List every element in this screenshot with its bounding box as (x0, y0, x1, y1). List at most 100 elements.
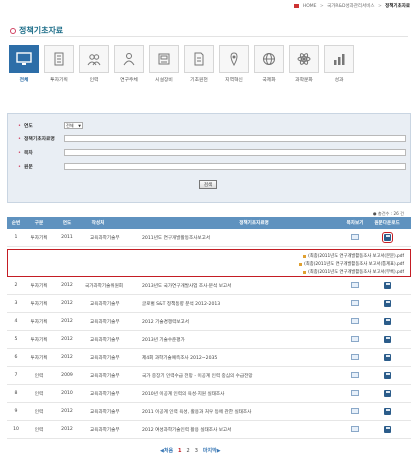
download-icon[interactable] (384, 300, 391, 307)
tab-manpower[interactable]: 인력 (79, 45, 109, 83)
download-icon[interactable] (384, 426, 391, 433)
breadcrumb: HOME > 국가R&D성과관리서비스 > 정책기초자료 (294, 3, 410, 9)
toc-view-icon[interactable] (351, 390, 359, 396)
page-link-2[interactable]: 2 (187, 448, 190, 454)
first-page-button[interactable]: ◀처음 (160, 447, 173, 454)
download-icon[interactable] (384, 390, 391, 397)
row-title[interactable]: 국가 중장기 인력수급 전망 - 이공계 인력 중심의 수급전망 (142, 373, 253, 379)
download-icon[interactable] (384, 372, 391, 379)
toc-view-icon[interactable] (351, 318, 359, 324)
tab-basic-source[interactable]: 기초원천 (184, 45, 214, 83)
row-year: 2010 (61, 391, 73, 396)
table-row[interactable]: 2 투자기획 2012 국가과학기술위원회 2013년도 국가연구개발사업 조사… (7, 277, 411, 295)
year-select-value: 전체 (65, 122, 74, 128)
table-row[interactable]: 10 인력 2012 교육과학기술부 2012 여성과학기술인력 활용 실태조사… (7, 421, 411, 439)
title-label: 목차 (23, 151, 33, 156)
toc-view-icon[interactable] (351, 336, 359, 342)
title-input[interactable] (63, 149, 406, 156)
table-row[interactable]: 3 투자기획 2012 교육과학기술부 글로벌 S&T 정책동향 분석 2012… (7, 295, 411, 313)
breadcrumb-item-home[interactable]: HOME (303, 4, 317, 9)
science-icon (289, 45, 319, 73)
popup-file-name: (최종)2011년도 연구개발활동조사 보고서(통계표).pdf (304, 262, 404, 267)
table-row[interactable]: 1 투자기획 2011 교육과학기술부 2011년도 연구개발활동조사보고서 (7, 229, 411, 247)
content-input[interactable] (63, 163, 406, 170)
required-bullet: • (18, 122, 21, 129)
required-bullet: • (18, 163, 21, 170)
year-select[interactable]: 전체 ▼ (63, 122, 83, 129)
row-type: 투자기획 (30, 284, 48, 289)
row-title[interactable]: 2013년 기술수준평가 (142, 337, 185, 343)
tab-investment[interactable]: 투자기획 (44, 45, 74, 83)
popup-file[interactable]: (최종)2011년도 연구개발활동조사 보고서(본문).pdf (303, 253, 404, 259)
download-icon[interactable] (384, 408, 391, 415)
row-title[interactable]: 2011 이공계 인력 육성, 활용과 처우 등에 관한 실태조사 (142, 409, 251, 415)
page-link-1[interactable]: 1 (178, 448, 181, 454)
toc-view-icon[interactable] (351, 426, 359, 432)
row-title[interactable]: 2010년 이공계 인력의 육성·지원 실태조사 (142, 391, 224, 397)
toc-view-icon[interactable] (351, 372, 359, 378)
file-bullet-icon (303, 254, 307, 258)
download-icon[interactable] (384, 354, 391, 361)
table-row[interactable]: 7 인력 2009 교육과학기술부 국가 중장기 인력수급 전망 - 이공계 인… (7, 367, 411, 385)
table-row[interactable]: 8 인력 2010 교육과학기술부 2010년 이공계 인력의 육성·지원 실태… (7, 385, 411, 403)
tab-label: 기초원천 (190, 78, 208, 83)
toc-view-icon[interactable] (351, 300, 359, 306)
last-page-button[interactable]: 마지막▶ (203, 447, 221, 454)
download-icon[interactable] (384, 318, 391, 325)
popup-file[interactable]: (최종)2011년도 연구개발활동조사 보고서(통계표).pdf (299, 261, 404, 267)
row-title[interactable]: 2012 기술경쟁력보고서 (142, 319, 189, 325)
home-icon[interactable] (294, 3, 300, 8)
toc-view-icon[interactable] (351, 354, 359, 360)
toc-view-icon[interactable] (351, 282, 359, 288)
row-number: 9 (14, 409, 18, 414)
download-icon[interactable] (382, 232, 393, 243)
toc-view-icon[interactable] (351, 408, 359, 414)
table-row[interactable]: 9 인력 2012 교육과학기술부 2011 이공계 인력 육성, 활용과 처우… (7, 403, 411, 421)
equipment-icon (149, 45, 179, 73)
row-org: 교육과학기술부 (90, 236, 120, 241)
tab-label: 투자기획 (50, 78, 68, 83)
toc-view-icon[interactable] (351, 234, 359, 240)
download-icon[interactable] (384, 336, 391, 343)
row-title[interactable]: 글로벌 S&T 정책동향 분석 2012-2013 (142, 301, 220, 307)
search-button[interactable]: 검색 (199, 180, 217, 189)
breadcrumb-item-service[interactable]: 국가R&D성과관리서비스 (327, 4, 374, 9)
row-org: 교육과학기술부 (90, 356, 120, 361)
row-org: 국가과학기술위원회 (85, 284, 124, 289)
row-year: 2012 (61, 301, 73, 306)
title-bullet-icon (10, 27, 16, 34)
tab-regional[interactable]: 지역혁신 (219, 45, 249, 83)
tab-science-culture[interactable]: 과학문화 (289, 45, 319, 83)
page-title-text: 정책기초자료 (19, 26, 64, 35)
tab-research-entity[interactable]: 연구주체 (114, 45, 144, 83)
tab-label: 전체 (19, 78, 29, 83)
tab-facility[interactable]: 시설장비 (149, 45, 179, 83)
row-number: 7 (14, 373, 18, 378)
search-panel: • 연도 전체 ▼ • 정책기초자료명 • 목차 • 원문 (7, 113, 411, 203)
download-icon[interactable] (384, 282, 391, 289)
chevron-down-icon: ▼ (78, 123, 81, 128)
monitor-icon (9, 45, 39, 73)
popup-file[interactable]: (최종)2011년도 연구개발활동조사 보고서(부록).pdf (303, 269, 404, 275)
row-org: 교육과학기술부 (90, 338, 120, 343)
row-type: 인력 (34, 410, 44, 415)
table-row[interactable]: 5 투자기획 2012 교육과학기술부 2013년 기술수준평가 (7, 331, 411, 349)
table-row[interactable]: 4 투자기획 2012 교육과학기술부 2012 기술경쟁력보고서 (7, 313, 411, 331)
table-row[interactable]: 6 투자기획 2012 교육과학기술부 제4회 과학기술예측조사 2012~20… (7, 349, 411, 367)
row-type: 투자기획 (30, 338, 48, 343)
source-input[interactable] (63, 135, 406, 142)
row-type: 인력 (34, 392, 44, 397)
row-title[interactable]: 2013년도 국가연구개발사업 조사·분석 보고서 (142, 283, 231, 289)
source-field: • 정책기초자료명 (18, 135, 406, 142)
tab-outcomes[interactable]: 성과 (324, 45, 354, 83)
page-link-3[interactable]: 3 (195, 448, 198, 454)
tab-label: 인력 (89, 78, 99, 83)
row-title[interactable]: 제4회 과학기술예측조사 2012~2035 (142, 355, 217, 361)
row-org: 교육과학기술부 (90, 392, 120, 397)
row-title[interactable]: 2012 여성과학기술인력 활용 실태조사 보고서 (142, 427, 231, 433)
tab-international[interactable]: 국제화 (254, 45, 284, 83)
row-type: 투자기획 (30, 356, 48, 361)
tab-all[interactable]: 전체 (9, 45, 39, 83)
row-title[interactable]: 2011년도 연구개발활동조사보고서 (142, 235, 210, 241)
row-number: 2 (14, 283, 18, 288)
